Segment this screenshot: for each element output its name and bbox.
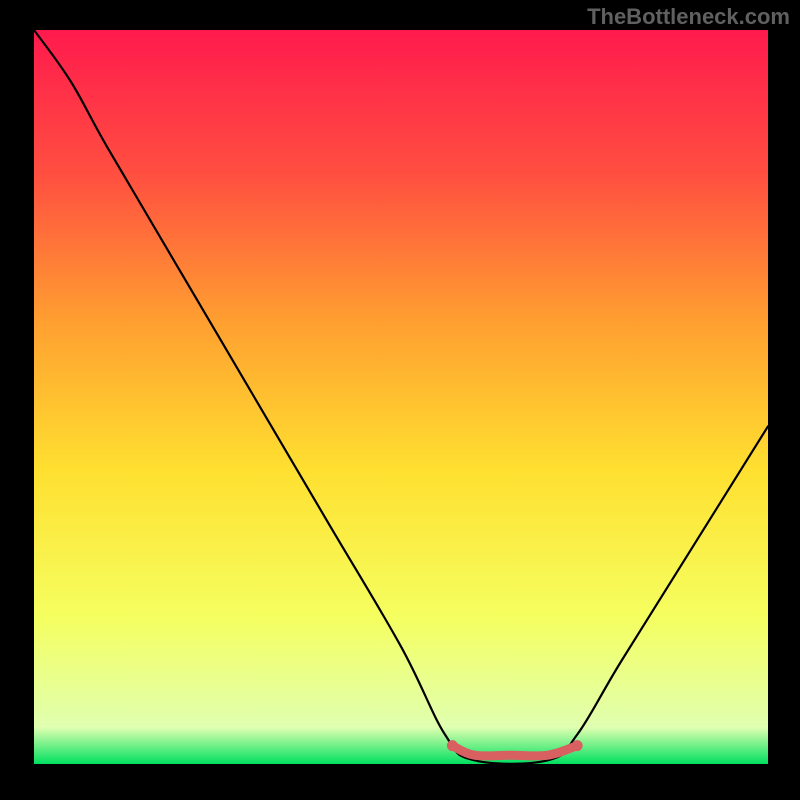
plot-area [34, 30, 768, 764]
gradient-background [34, 30, 768, 764]
optimal-band-endpoint [447, 740, 458, 751]
chart-container: TheBottleneck.com [0, 0, 800, 800]
chart-svg [34, 30, 768, 764]
watermark-text: TheBottleneck.com [587, 4, 790, 30]
optimal-band-endpoint [572, 740, 583, 751]
